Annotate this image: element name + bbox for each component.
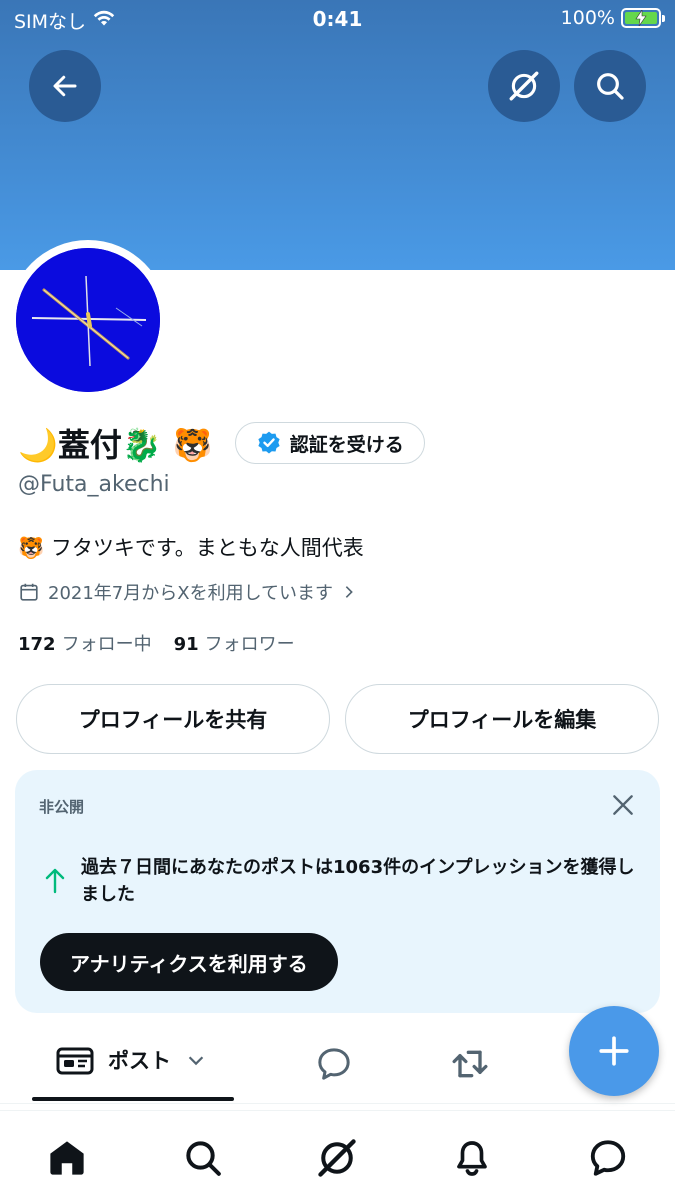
tab-posts-label: ポスト xyxy=(108,1049,171,1073)
impressions-message: 過去７日間にあなたのポストは1063件のインプレッションを獲得しました xyxy=(43,854,641,908)
arrow-left-icon xyxy=(53,75,77,97)
get-verified-label: 認証を受ける xyxy=(289,433,404,456)
edit-profile-button[interactable]: プロフィールを編集 xyxy=(345,684,659,754)
close-icon xyxy=(613,795,633,815)
reply-icon xyxy=(318,1048,350,1080)
profile-handle: @Futa_akechi xyxy=(18,472,170,497)
status-right: 100% xyxy=(560,7,665,29)
calendar-icon xyxy=(20,583,38,601)
search-icon xyxy=(186,1141,221,1176)
tab-active-indicator xyxy=(32,1097,234,1101)
verified-badge-icon xyxy=(258,431,280,454)
back-button[interactable] xyxy=(29,50,101,122)
edit-profile-label: プロフィールを編集 xyxy=(407,708,597,732)
share-profile-button[interactable]: プロフィールを共有 xyxy=(16,684,330,754)
close-card-button[interactable] xyxy=(610,792,636,822)
compose-button[interactable] xyxy=(569,1006,659,1096)
private-label: 非公開 xyxy=(39,798,85,816)
search-button[interactable] xyxy=(574,50,646,122)
status-bar: SIMなし 0:41 100% xyxy=(0,0,675,38)
profile-page: SIMなし 0:41 100% 🌙蓋付🐉 🐯 認証を受ける @Futa_akec… xyxy=(0,0,675,1200)
profile-bio: 🐯 フタツキです。まともな人間代表 xyxy=(18,532,364,562)
nav-messages[interactable] xyxy=(583,1133,633,1183)
messages-icon xyxy=(590,1140,626,1176)
home-icon xyxy=(50,1141,84,1175)
growth-arrow-icon xyxy=(45,868,65,894)
bottom-nav xyxy=(0,1110,675,1200)
avatar xyxy=(16,248,160,392)
analytics-button-label: アナリティクスを利用する xyxy=(70,951,308,976)
followers-count: 91 xyxy=(173,634,199,655)
followers-label: フォロワー xyxy=(204,634,295,655)
bio-text: 🐯 フタツキです。まともな人間代表 xyxy=(18,536,364,560)
following-count: 172 xyxy=(18,634,56,655)
tab-replies[interactable] xyxy=(314,1044,354,1088)
joined-label: 2021年7月からXを利用しています xyxy=(48,583,334,604)
following-label: フォロー中 xyxy=(61,634,152,655)
battery-percent: 100% xyxy=(560,7,615,29)
nav-search[interactable] xyxy=(178,1133,228,1183)
impressions-text: 過去７日間にあなたのポストは1063件のインプレッションを獲得しました xyxy=(81,857,635,905)
nav-notifications[interactable] xyxy=(447,1133,497,1183)
chevron-right-icon xyxy=(345,586,353,598)
follow-stats: 172 フォロー中 91 フォロワー xyxy=(18,630,295,656)
tab-posts[interactable]: ポスト xyxy=(56,1044,207,1076)
grok-icon xyxy=(509,71,539,101)
avatar-ring[interactable] xyxy=(8,240,168,400)
chevron-down-icon xyxy=(188,1056,204,1066)
battery-charging-icon xyxy=(621,8,665,28)
get-verified-button[interactable]: 認証を受ける xyxy=(234,422,425,464)
profile-banner xyxy=(0,0,675,270)
posts-icon xyxy=(56,1047,94,1075)
tabs-divider xyxy=(0,1103,675,1104)
share-profile-label: プロフィールを共有 xyxy=(78,708,268,732)
repost-icon xyxy=(452,1050,488,1078)
nav-home[interactable] xyxy=(42,1133,92,1183)
bell-icon xyxy=(457,1141,487,1176)
tab-reposts[interactable] xyxy=(449,1044,491,1088)
display-name: 🌙蓋付🐉 🐯 xyxy=(18,426,213,464)
grok-icon xyxy=(318,1139,356,1177)
private-analytics-card: 非公開 過去７日間にあなたのポストは1063件のインプレッションを獲得しました … xyxy=(15,770,660,1013)
name-row: 🌙蓋付🐉 🐯 認証を受ける xyxy=(18,420,425,466)
nav-grok[interactable] xyxy=(312,1133,362,1183)
followers-link[interactable]: 91 フォロワー xyxy=(174,630,295,656)
plus-icon xyxy=(599,1036,629,1066)
joined-date[interactable]: 2021年7月からXを利用しています xyxy=(18,579,357,605)
analytics-button[interactable]: アナリティクスを利用する xyxy=(40,933,338,991)
search-icon xyxy=(597,73,624,100)
grok-button[interactable] xyxy=(488,50,560,122)
following-link[interactable]: 172 フォロー中 xyxy=(18,630,152,656)
